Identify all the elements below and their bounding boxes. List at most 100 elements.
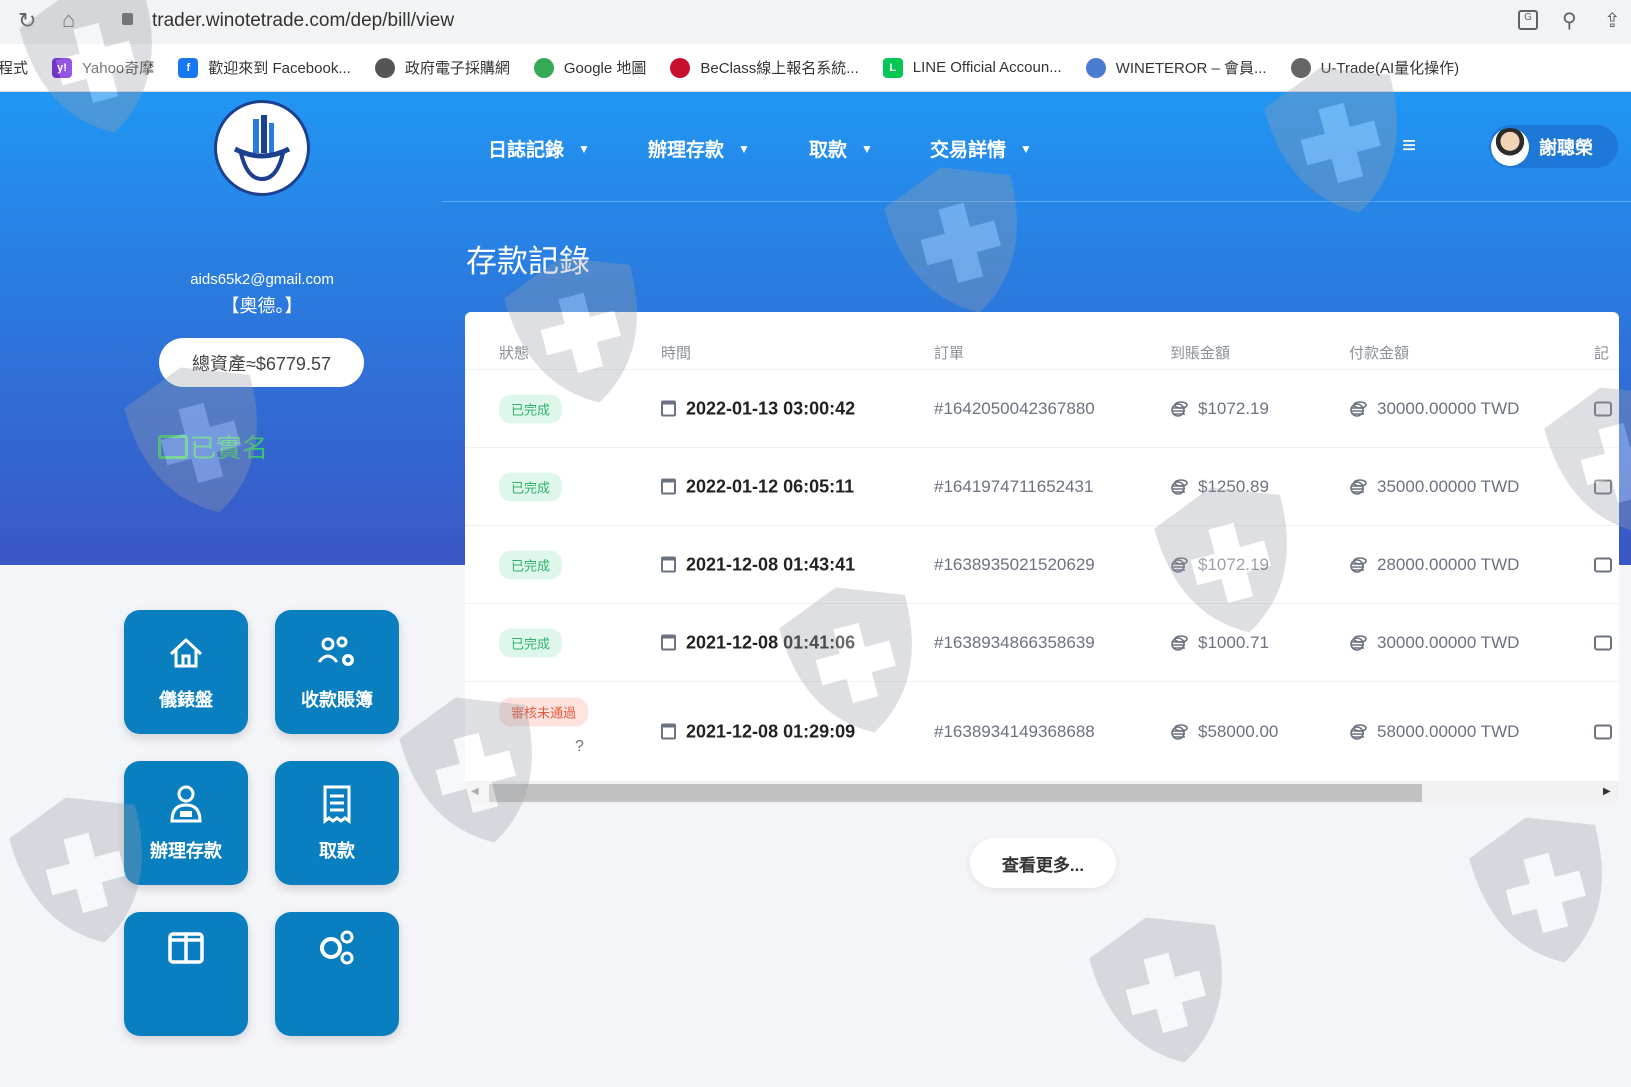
bookmark-item[interactable]: 政府電子採購網 bbox=[374, 57, 510, 78]
header-time: 時間 bbox=[661, 345, 692, 362]
user-nickname: 【奧德。】 bbox=[221, 296, 303, 316]
chevron-down-icon: ▼ bbox=[861, 141, 873, 156]
scroll-left-icon[interactable]: ◀ bbox=[471, 786, 479, 797]
bookmark-label: U-Trade(AI量化操作) bbox=[1320, 60, 1460, 77]
wallet-icon[interactable] bbox=[1594, 557, 1612, 572]
row-order[interactable]: #1638934866358639 bbox=[934, 633, 1095, 653]
table-row: 已完成 2022-01-12 06:05:11 #164197471165243… bbox=[465, 448, 1619, 526]
tile-home[interactable]: 儀錶盤 bbox=[124, 610, 248, 734]
row-order[interactable]: #1642050042367880 bbox=[934, 399, 1095, 419]
help-icon[interactable]: ? bbox=[575, 738, 584, 756]
view-more-button[interactable]: 查看更多... bbox=[970, 838, 1116, 888]
wallet-icon[interactable] bbox=[1594, 724, 1612, 739]
verified-label: 已實名 bbox=[190, 433, 269, 463]
bookmark-label: 歡迎來到 Facebook... bbox=[208, 60, 351, 77]
tile-label: 儀錶盤 bbox=[159, 690, 213, 710]
row-received: $1072.19 bbox=[1198, 554, 1269, 574]
hamburger-menu-icon[interactable]: ≡ bbox=[1402, 132, 1416, 160]
logo[interactable] bbox=[214, 100, 310, 196]
coins-icon bbox=[1350, 478, 1367, 495]
header-record: 記 bbox=[1594, 345, 1610, 362]
tile-label: 取款 bbox=[319, 841, 355, 861]
coins-icon bbox=[1171, 556, 1188, 573]
bookmark-favicon-icon bbox=[1290, 57, 1311, 78]
bookmark-favicon-icon bbox=[374, 57, 395, 78]
url-bar[interactable]: trader.winotetrade.com/dep/bill/view bbox=[152, 10, 454, 32]
row-received: $58000.00 bbox=[1198, 721, 1279, 741]
row-order[interactable]: #1641974711652431 bbox=[934, 477, 1093, 497]
row-paid: 58000.00000 TWD bbox=[1377, 721, 1520, 741]
tile-users-gear[interactable]: 收款賬簿 bbox=[275, 610, 399, 734]
bookmark-favicon-icon: L bbox=[882, 57, 903, 78]
nav-deposit[interactable]: 辦理存款 ▼ bbox=[648, 135, 750, 162]
total-assets-button[interactable]: 總資產≈$6779.57 bbox=[159, 338, 364, 387]
nav-label: 取款 bbox=[809, 140, 848, 161]
coins-icon bbox=[1171, 634, 1188, 651]
translate-icon[interactable]: G bbox=[1518, 10, 1538, 30]
bookmarks-bar: 程式 y! Yahoo奇摩 f 歡迎來到 Facebook... 政府電子採購網 Googl… bbox=[0, 44, 1631, 92]
row-order[interactable]: #1638934149368688 bbox=[934, 722, 1095, 742]
wallet-icon[interactable] bbox=[1594, 479, 1612, 494]
reload-icon[interactable]: ↻ bbox=[18, 8, 36, 34]
bookmark-item[interactable]: BeClass線上報名系統... bbox=[670, 57, 859, 78]
table-row: 已完成 2021-12-08 01:41:06 #163893486635863… bbox=[465, 604, 1619, 682]
home-icon[interactable]: ⌂ bbox=[62, 7, 75, 33]
bookmark-item[interactable]: WINETEROR – 會員... bbox=[1085, 57, 1267, 78]
status-badge: 已完成 bbox=[499, 394, 563, 423]
nav-trade-details[interactable]: 交易詳情 ▼ bbox=[930, 135, 1032, 162]
wallet-icon[interactable] bbox=[1594, 635, 1612, 650]
calendar-icon bbox=[661, 634, 676, 651]
table-row: 已完成 2022-01-13 03:00:42 #164205004236788… bbox=[465, 370, 1619, 448]
status-badge: 已完成 bbox=[499, 550, 563, 579]
row-paid: 30000.00000 TWD bbox=[1377, 398, 1520, 418]
bookmark-item[interactable]: Google 地圖 bbox=[533, 57, 647, 78]
bookmark-label: 程式 bbox=[0, 60, 29, 77]
header-paid: 付款金額 bbox=[1349, 345, 1410, 362]
verified-status: 已實名 bbox=[158, 428, 268, 465]
tile-label: 辦理存款 bbox=[150, 841, 222, 861]
header-status: 狀態 bbox=[499, 345, 530, 362]
bookmark-item[interactable]: y! Yahoo奇摩 bbox=[52, 57, 154, 78]
tile-user-deposit[interactable]: 辦理存款 bbox=[124, 761, 248, 885]
user-deposit-icon bbox=[170, 785, 202, 823]
header-received: 到賬金額 bbox=[1170, 345, 1231, 362]
home-icon bbox=[169, 637, 203, 668]
coins-icon bbox=[1171, 400, 1188, 417]
zoom-icon[interactable]: ⚲ bbox=[1562, 8, 1577, 33]
scroll-right-icon[interactable]: ▶ bbox=[1603, 786, 1611, 797]
bookmark-favicon-icon bbox=[670, 57, 691, 78]
tile-gears[interactable] bbox=[275, 912, 399, 1036]
bookmark-label: BeClass線上報名系統... bbox=[700, 60, 859, 77]
watermark-shield-icon bbox=[1469, 817, 1602, 963]
row-received: $1250.89 bbox=[1198, 476, 1269, 496]
horizontal-scrollbar[interactable]: ◀ ▶ bbox=[465, 782, 1619, 804]
bookmark-item[interactable]: U-Trade(AI量化操作) bbox=[1290, 57, 1460, 78]
nav-label: 日誌記錄 bbox=[488, 140, 565, 161]
calendar-icon bbox=[661, 478, 676, 495]
header-divider bbox=[442, 201, 1631, 202]
tile-receipt[interactable]: 取款 bbox=[275, 761, 399, 885]
bookmark-item[interactable]: f 歡迎來到 Facebook... bbox=[178, 57, 351, 78]
bookmark-label: WINETEROR – 會員... bbox=[1115, 60, 1267, 77]
bookmark-item[interactable]: 程式 bbox=[0, 57, 28, 78]
row-time: 2021-12-08 01:29:09 bbox=[686, 721, 856, 741]
nav-logs[interactable]: 日誌記錄 ▼ bbox=[488, 135, 590, 162]
tile-columns[interactable] bbox=[124, 912, 248, 1036]
wallet-icon[interactable] bbox=[1594, 401, 1612, 416]
coins-icon bbox=[1350, 556, 1367, 573]
bookmark-favicon-icon bbox=[1085, 57, 1106, 78]
scrollbar-thumb[interactable] bbox=[489, 784, 1422, 802]
gears-icon bbox=[320, 930, 354, 965]
nav-withdraw[interactable]: 取款 ▼ bbox=[809, 135, 873, 162]
id-card-icon bbox=[158, 434, 188, 459]
coins-icon bbox=[1171, 723, 1188, 740]
row-order[interactable]: #1638935021520629 bbox=[934, 555, 1095, 575]
user-menu[interactable]: 謝聰榮 bbox=[1489, 125, 1618, 168]
row-time: 2022-01-12 06:05:11 bbox=[686, 476, 855, 496]
bookmark-label: Google 地圖 bbox=[563, 60, 647, 77]
bookmark-item[interactable]: L LINE Official Accoun... bbox=[882, 57, 1062, 78]
browser-toolbar: ↻ ⌂ trader.winotetrade.com/dep/bill/view… bbox=[0, 0, 1631, 44]
receipt-icon bbox=[323, 785, 351, 824]
status-badge: 審核未通過 bbox=[499, 697, 589, 727]
share-icon[interactable]: ⇪ bbox=[1604, 8, 1621, 33]
